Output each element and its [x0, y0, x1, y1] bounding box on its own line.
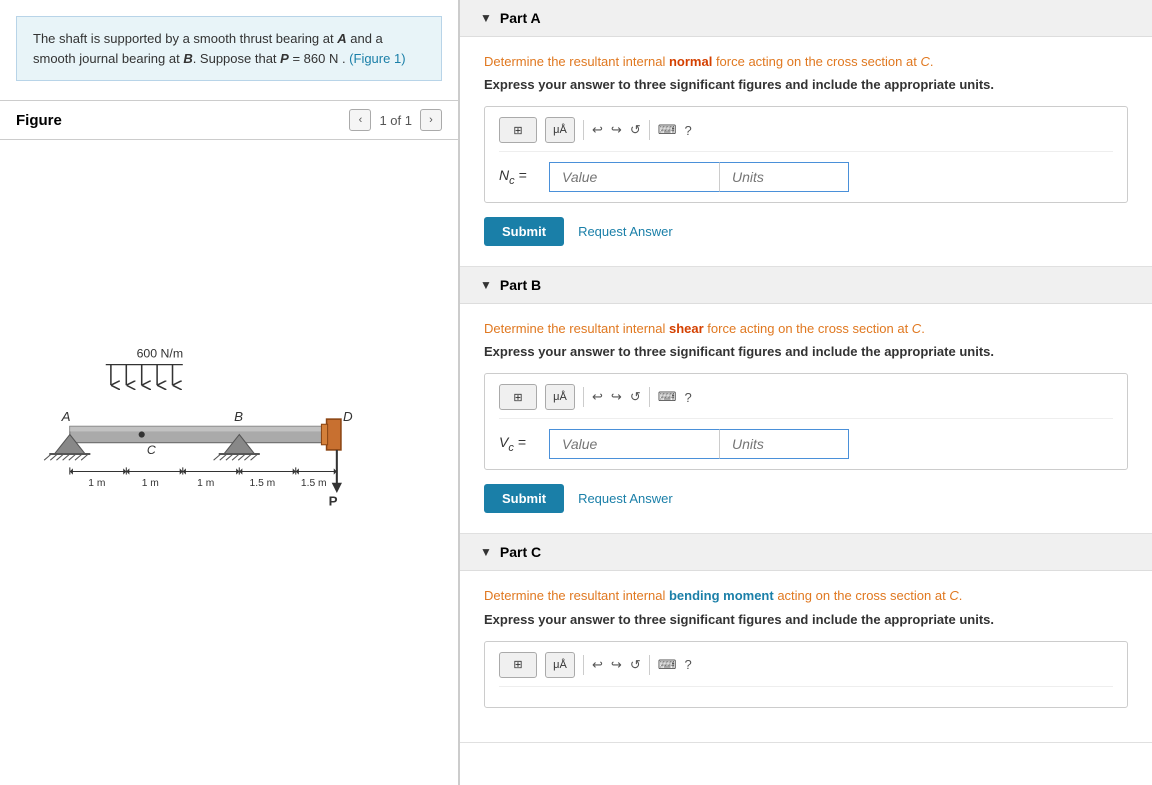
refresh-icon-a[interactable]: ↺: [630, 122, 641, 138]
part-b-section: ▼ Part B Determine the resultant interna…: [460, 267, 1152, 534]
mu-icon-button-b[interactable]: μÅ: [545, 384, 575, 410]
part-c-section: ▼ Part C Determine the resultant interna…: [460, 534, 1152, 742]
part-c-label: Part C: [500, 544, 541, 560]
keyboard-icon-a[interactable]: ⌨: [658, 122, 677, 138]
help-icon-a[interactable]: ?: [684, 123, 691, 138]
figure-section: Figure ‹ 1 of 1 › 600 N/m: [0, 100, 458, 785]
redo-icon-c[interactable]: ↪: [611, 657, 622, 673]
left-panel: The shaft is supported by a smooth thrus…: [0, 0, 460, 785]
part-b-value-input[interactable]: [549, 429, 719, 459]
part-a-units-input[interactable]: [719, 162, 849, 192]
part-b-arrow: ▼: [480, 278, 492, 292]
part-c-question: Determine the resultant internal bending…: [484, 587, 1128, 605]
svg-text:1 m: 1 m: [197, 478, 214, 489]
figure-title: Figure: [16, 112, 62, 129]
undo-icon-c[interactable]: ↩: [592, 657, 603, 673]
separator-c-2: [649, 655, 650, 675]
next-figure-button[interactable]: ›: [420, 109, 442, 131]
part-b-request-link[interactable]: Request Answer: [578, 491, 673, 506]
figure-canvas: 600 N/m: [0, 140, 458, 785]
svg-text:1 m: 1 m: [88, 478, 105, 489]
part-a-section: ▼ Part A Determine the resultant interna…: [460, 0, 1152, 267]
part-b-answer-row: Vc =: [499, 429, 1113, 459]
part-a-submit-button[interactable]: Submit: [484, 217, 564, 246]
part-c-input-box: ⊞ μÅ ↩ ↪ ↺ ⌨ ?: [484, 641, 1128, 708]
part-a-value-input[interactable]: [549, 162, 719, 192]
help-icon-b[interactable]: ?: [684, 390, 691, 405]
part-b-input-box: ⊞ μÅ ↩ ↪ ↺ ⌨ ? Vc =: [484, 373, 1128, 470]
help-icon-c[interactable]: ?: [684, 657, 691, 672]
problem-text: The shaft is supported by a smooth thrus…: [33, 31, 406, 66]
part-b-header: ▼ Part B: [460, 267, 1152, 304]
part-a-arrow: ▼: [480, 11, 492, 25]
svg-text:C: C: [147, 443, 156, 457]
right-panel: ▼ Part A Determine the resultant interna…: [460, 0, 1152, 785]
part-a-header: ▼ Part A: [460, 0, 1152, 37]
svg-text:D: D: [343, 409, 353, 424]
separator-c-1: [583, 655, 584, 675]
problem-statement: The shaft is supported by a smooth thrus…: [16, 16, 442, 81]
part-b-instruction: Express your answer to three significant…: [484, 344, 1128, 359]
part-b-toolbar: ⊞ μÅ ↩ ↪ ↺ ⌨ ?: [499, 384, 1113, 419]
keyboard-icon-b[interactable]: ⌨: [658, 389, 677, 405]
part-b-question: Determine the resultant internal shear f…: [484, 320, 1128, 338]
part-a-instruction: Express your answer to three significant…: [484, 77, 1128, 92]
keyboard-icon-c[interactable]: ⌨: [658, 657, 677, 673]
part-a-input-box: ⊞ μÅ ↩ ↪ ↺ ⌨ ? Nc =: [484, 106, 1128, 203]
part-c-instruction: Express your answer to three significant…: [484, 612, 1128, 627]
part-a-answer-label: Nc =: [499, 167, 539, 187]
part-a-toolbar: ⊞ μÅ ↩ ↪ ↺ ⌨ ?: [499, 117, 1113, 152]
redo-icon-b[interactable]: ↪: [611, 389, 622, 405]
figure-header: Figure ‹ 1 of 1 ›: [0, 100, 458, 140]
separator-b-2: [649, 387, 650, 407]
refresh-icon-c[interactable]: ↺: [630, 657, 641, 673]
svg-text:1.5 m: 1.5 m: [301, 478, 327, 489]
prev-figure-button[interactable]: ‹: [349, 109, 371, 131]
mu-icon-button-c[interactable]: μÅ: [545, 652, 575, 678]
svg-text:P: P: [329, 494, 338, 509]
figure-nav: ‹ 1 of 1 ›: [349, 109, 442, 131]
part-a-label: Part A: [500, 10, 541, 26]
part-c-toolbar: ⊞ μÅ ↩ ↪ ↺ ⌨ ?: [499, 652, 1113, 687]
part-a-body: Determine the resultant internal normal …: [460, 37, 1152, 266]
part-a-action-row: Submit Request Answer: [484, 217, 1128, 246]
part-b-body: Determine the resultant internal shear f…: [460, 304, 1152, 533]
separator-a-2: [649, 120, 650, 140]
svg-text:B: B: [234, 409, 243, 424]
part-b-action-row: Submit Request Answer: [484, 484, 1128, 513]
part-b-units-input[interactable]: [719, 429, 849, 459]
page-indicator: 1 of 1: [379, 113, 412, 128]
part-c-body: Determine the resultant internal bending…: [460, 571, 1152, 741]
mu-icon-button-a[interactable]: μÅ: [545, 117, 575, 143]
part-b-answer-label: Vc =: [499, 434, 539, 454]
grid-icon-button-c[interactable]: ⊞: [499, 652, 537, 678]
svg-text:1.5 m: 1.5 m: [250, 478, 276, 489]
undo-icon-a[interactable]: ↩: [592, 122, 603, 138]
part-b-submit-button[interactable]: Submit: [484, 484, 564, 513]
undo-icon-b[interactable]: ↩: [592, 389, 603, 405]
part-a-answer-row: Nc =: [499, 162, 1113, 192]
part-b-label: Part B: [500, 277, 541, 293]
part-c-arrow: ▼: [480, 545, 492, 559]
load-label: 600 N/m: [137, 347, 184, 361]
figure-diagram: 600 N/m: [39, 339, 419, 585]
part-a-request-link[interactable]: Request Answer: [578, 224, 673, 239]
separator-a-1: [583, 120, 584, 140]
part-a-question: Determine the resultant internal normal …: [484, 53, 1128, 71]
svg-text:A: A: [61, 409, 71, 424]
grid-icon-button-b[interactable]: ⊞: [499, 384, 537, 410]
grid-icon-button-a[interactable]: ⊞: [499, 117, 537, 143]
redo-icon-a[interactable]: ↪: [611, 122, 622, 138]
svg-text:1 m: 1 m: [142, 478, 159, 489]
part-c-header: ▼ Part C: [460, 534, 1152, 571]
separator-b-1: [583, 387, 584, 407]
refresh-icon-b[interactable]: ↺: [630, 389, 641, 405]
